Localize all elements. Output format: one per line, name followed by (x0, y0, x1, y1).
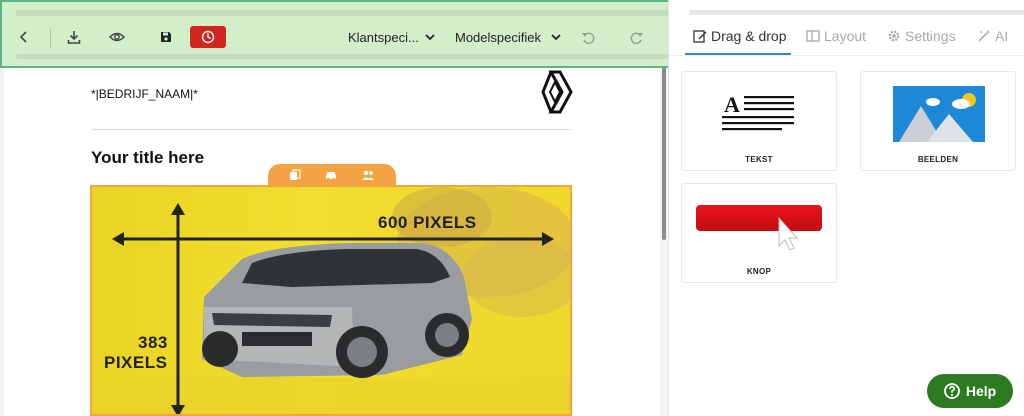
hero-image-block[interactable]: 600 PIXELS 383 PIXELS (90, 185, 572, 416)
button-block-icon (696, 205, 822, 250)
chevron-down-icon (425, 33, 435, 40)
company-name-merge-tag[interactable]: *|BEDRIJF_NAAM|* (91, 87, 198, 101)
help-circle-icon (943, 383, 960, 399)
download-button[interactable] (62, 20, 86, 54)
duplicate-icon[interactable] (289, 169, 301, 181)
preview-button[interactable] (105, 20, 129, 54)
blocks-panel: Drag & drop Layout Settings AI A TEKST B… (668, 0, 1024, 416)
editor-toolbar: Klantspeci... Modelspecifiek (0, 0, 668, 68)
magic-wand-icon (978, 30, 990, 42)
tab-settings[interactable]: Settings (887, 24, 956, 48)
tab-ai[interactable]: AI (977, 24, 1008, 48)
chevron-down-icon (551, 33, 561, 40)
scrollbar-thumb[interactable] (662, 64, 666, 240)
help-button[interactable]: Help (927, 374, 1013, 408)
eye-icon (109, 32, 125, 42)
tab-drag-and-drop[interactable]: Drag & drop (693, 24, 786, 48)
toolbar-top-strip (16, 10, 668, 16)
tab-settings-label: Settings (905, 28, 956, 44)
width-label: 600 PIXELS (378, 213, 477, 232)
toolbar-bottom-strip (16, 54, 668, 59)
undo-icon (582, 32, 595, 44)
redo-button[interactable] (626, 20, 648, 54)
editor-pane: *|BEDRIJF_NAAM|* Your title here 600 PIX… (0, 0, 668, 416)
hero-image (92, 187, 570, 414)
chevron-left-icon (19, 31, 27, 43)
email-canvas[interactable]: *|BEDRIJF_NAAM|* Your title here 600 PIX… (4, 60, 660, 416)
renault-logo (541, 70, 573, 114)
email-title[interactable]: Your title here (91, 148, 204, 168)
schedule-button[interactable] (190, 26, 226, 48)
svg-text:A: A (724, 92, 740, 117)
block-card-button[interactable]: KNOP (681, 183, 837, 283)
redo-icon (630, 32, 643, 44)
toolbar-separator (50, 28, 51, 48)
model-specific-dropdown[interactable]: Modelspecifiek (455, 20, 561, 54)
panel-top-strip (689, 10, 1024, 15)
tabs-divider (669, 55, 1024, 56)
customer-specific-dropdown[interactable]: Klantspeci... (348, 20, 435, 54)
edit-icon (693, 30, 707, 43)
block-card-button-label: KNOP (746, 267, 772, 276)
save-button[interactable] (154, 20, 178, 54)
tab-ai-label: AI (995, 28, 1009, 44)
header-divider (91, 129, 572, 130)
help-button-label: Help (965, 383, 997, 399)
layout-icon (806, 30, 820, 42)
height-label-unit: PIXELS (104, 353, 168, 372)
text-block-icon: A (722, 92, 794, 131)
block-action-tabs (268, 164, 396, 186)
clock-icon (201, 30, 215, 44)
tab-layout[interactable]: Layout (806, 24, 866, 48)
block-card-images[interactable]: BEELDEN (860, 71, 1016, 171)
users-icon[interactable] (361, 169, 375, 181)
block-card-images-label: BEELDEN (917, 155, 959, 164)
height-label-number: 383 (138, 333, 168, 352)
customer-specific-dropdown-label: Klantspeci... (348, 29, 419, 45)
image-block-icon (893, 86, 985, 142)
save-icon (161, 32, 171, 42)
gear-icon (888, 30, 900, 42)
tab-drag-and-drop-label: Drag & drop (711, 28, 787, 44)
model-specific-dropdown-label: Modelspecifiek (455, 29, 541, 45)
block-card-text[interactable]: A TEKST (681, 71, 837, 171)
block-card-text-label: TEKST (745, 155, 773, 164)
download-icon (67, 31, 81, 44)
back-button[interactable] (12, 20, 36, 54)
car-icon[interactable] (324, 169, 338, 181)
undo-button[interactable] (577, 20, 599, 54)
tab-layout-label: Layout (824, 28, 867, 44)
